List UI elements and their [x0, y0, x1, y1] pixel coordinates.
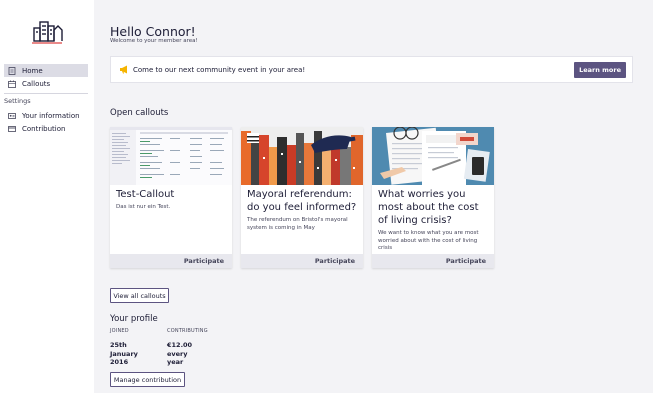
- sidebar-item-home[interactable]: Home: [4, 64, 88, 77]
- joined-label: JOINED: [110, 328, 129, 334]
- sidebar-section-settings: Settings: [4, 97, 31, 105]
- sidebar-item-label: Home: [22, 66, 43, 75]
- callout-description: The referendum on Bristol's mayoral syst…: [247, 217, 348, 231]
- sidebar-item-callouts[interactable]: Callouts: [4, 77, 88, 90]
- sidebar: Home Callouts Settings Your information …: [0, 0, 94, 393]
- home-icon: [8, 66, 16, 75]
- callout-footer: Participate: [372, 254, 494, 268]
- participate-link[interactable]: Participate: [446, 257, 486, 265]
- sidebar-item-label: Contribution: [22, 124, 66, 133]
- notice-banner: Come to our next community event in your…: [110, 56, 633, 83]
- callout-card[interactable]: What worries you most about the cost of …: [372, 127, 494, 268]
- sidebar-item-label: Callouts: [22, 79, 51, 88]
- credit-card-icon: [8, 125, 16, 132]
- participate-link[interactable]: Participate: [184, 257, 224, 265]
- view-all-callouts-button[interactable]: View all callouts: [110, 288, 169, 303]
- contributing-value: €12.00 every year: [167, 341, 193, 366]
- id-card-icon: [8, 112, 16, 119]
- logo-icon[interactable]: [30, 16, 64, 46]
- callout-card[interactable]: Mayoral referendum: do you feel informed…: [241, 127, 363, 268]
- learn-more-button[interactable]: Learn more: [574, 62, 626, 78]
- callout-title: What worries you most about the cost of …: [378, 189, 479, 226]
- megaphone-icon: [120, 65, 127, 74]
- sidebar-item-your-information[interactable]: Your information: [4, 109, 88, 122]
- callout-image: [241, 127, 363, 185]
- main-content: Hello Connor! Welcome to your member are…: [94, 0, 653, 393]
- profile-heading: Your profile: [110, 314, 158, 324]
- joined-value: 25th January 2016: [110, 341, 138, 366]
- contributing-label: CONTRIBUTING: [167, 328, 208, 334]
- open-callouts-heading: Open callouts: [110, 108, 169, 118]
- callout-footer: Participate: [110, 254, 232, 268]
- callout-card[interactable]: Test-Callout Das ist nur ein Test. Parti…: [110, 127, 232, 268]
- participate-link[interactable]: Participate: [315, 257, 355, 265]
- sidebar-item-label: Your information: [22, 111, 80, 120]
- callout-description: Das ist nur ein Test.: [116, 204, 171, 210]
- manage-contribution-button[interactable]: Manage contribution: [110, 372, 185, 387]
- notice-text: Come to our next community event in your…: [133, 65, 306, 74]
- callout-title: Test-Callout: [116, 189, 175, 200]
- callout-image: [372, 127, 494, 185]
- sidebar-divider: [4, 93, 88, 94]
- sidebar-item-contribution[interactable]: Contribution: [4, 122, 88, 135]
- page-title: Hello Connor!: [110, 24, 196, 39]
- calendar-icon: [8, 80, 16, 88]
- callout-title: Mayoral referendum: do you feel informed…: [247, 189, 357, 213]
- callout-footer: Participate: [241, 254, 363, 268]
- callout-description: We want to know what you are most worrie…: [378, 230, 479, 251]
- welcome-text: Welcome to your member area!: [110, 38, 198, 44]
- callout-image: [110, 127, 232, 185]
